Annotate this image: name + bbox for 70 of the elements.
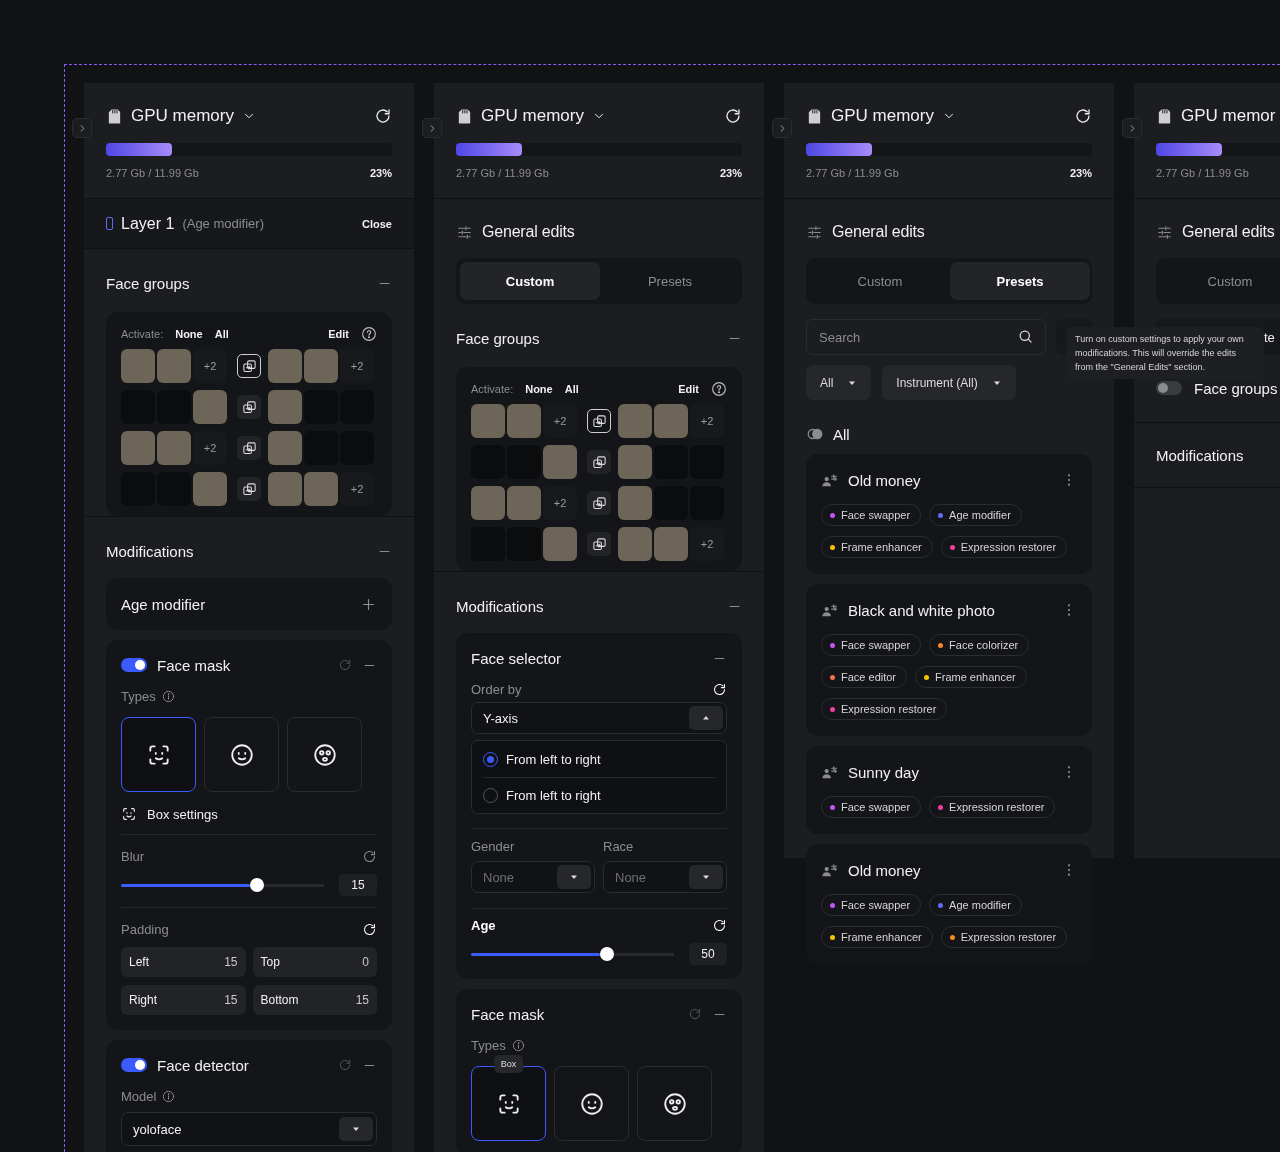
tag-label: Face swapper	[841, 639, 911, 651]
memory-percent: 23%	[369, 167, 392, 179]
section-title: Face groups	[1194, 379, 1278, 397]
modifier-title: Face mask	[471, 1005, 545, 1023]
modifier-title: Face detector	[157, 1056, 249, 1074]
memory-percent: 23%	[719, 167, 742, 179]
layer-subtitle: (Age modifier)	[182, 216, 264, 231]
section-title: General edits	[1182, 223, 1275, 241]
section-title: Face groups	[106, 274, 190, 292]
section-title: Face groups	[456, 329, 540, 347]
field-value: 0	[362, 955, 369, 969]
preset-title: Black and white photo	[848, 601, 995, 619]
order-label: Order by	[471, 681, 522, 697]
gpu-title: GPU memory	[131, 106, 234, 126]
memory-usage: 2.77 Gb / 11.99 Gb	[806, 167, 899, 179]
field-value: 15	[224, 993, 238, 1007]
gpu-title: GPU memory	[831, 106, 934, 126]
race-label: Race	[603, 838, 634, 854]
types-label: Types	[121, 688, 156, 704]
box-text: te	[1264, 329, 1275, 345]
tag-label: Face editor	[841, 671, 897, 683]
tag-label: Expression restorer	[841, 703, 937, 715]
field-label: Left	[129, 955, 149, 969]
gpu-title: GPU memory	[481, 106, 584, 126]
tag-label: Age modifier	[949, 899, 1011, 911]
modifier-title: Face selector	[471, 649, 562, 667]
activate-label: Activate:	[121, 328, 164, 340]
types-label: Types	[471, 1037, 506, 1053]
field-value: 15	[224, 955, 238, 969]
tag-label: Face swapper	[841, 509, 911, 521]
section-title: General edits	[832, 223, 925, 241]
activate-label: Activate:	[471, 383, 514, 395]
box-settings-label: Box settings	[147, 806, 218, 822]
memory-usage: 2.77 Gb / 11.99 Gb	[106, 167, 199, 179]
model-label: Model	[121, 1088, 157, 1104]
field-label: Top	[260, 955, 280, 969]
tag-label: Age modifier	[949, 509, 1011, 521]
age-label: Age	[471, 917, 496, 933]
blur-label: Blur	[121, 848, 145, 864]
memory-usage: 2.77 Gb / 11.99 Gb	[1156, 167, 1249, 179]
section-title: Modifications	[106, 542, 194, 560]
memory-percent: 23%	[1069, 167, 1092, 179]
memory-usage: 2.77 Gb / 11.99 Gb	[456, 167, 549, 179]
field-value: 15	[355, 993, 369, 1007]
tag-label: Face swapper	[841, 801, 911, 813]
tag-label: Face swapper	[841, 899, 911, 911]
section-title: Modifications	[456, 597, 544, 615]
tag-label: Frame enhancer	[841, 541, 922, 553]
section-title: General edits	[482, 223, 575, 241]
preset-title: Old money	[848, 471, 921, 489]
tag-label: Frame enhancer	[841, 931, 922, 943]
tag-label: Face colorizer	[949, 639, 1019, 651]
section-title: Modifications	[1156, 446, 1244, 464]
field-label: Right	[129, 993, 157, 1007]
preset-title: Old money	[848, 861, 921, 879]
tag-label: Frame enhancer	[935, 671, 1016, 683]
tag-label: Expression restorer	[960, 541, 1057, 553]
group-title: All	[833, 425, 850, 443]
layer-title: Layer 1	[121, 214, 175, 233]
preset-title: Sunny day	[848, 763, 919, 781]
tooltip: Turn on custom settings to apply your own modifications. This will override the edits from the "General Edits" section.	[1066, 327, 1264, 379]
modifier-title: Face mask	[157, 656, 231, 674]
gpu-title: GPU memor	[1181, 106, 1276, 126]
gender-label: Gender	[471, 838, 515, 854]
tooltip: Box	[493, 1055, 524, 1073]
tag-label: Expression restorer	[960, 931, 1057, 943]
field-label: Bottom	[260, 993, 299, 1007]
modifier-title: Age modifier	[121, 595, 206, 613]
tag-label: Expression restorer	[949, 801, 1045, 813]
padding-label: Padding	[121, 921, 169, 937]
